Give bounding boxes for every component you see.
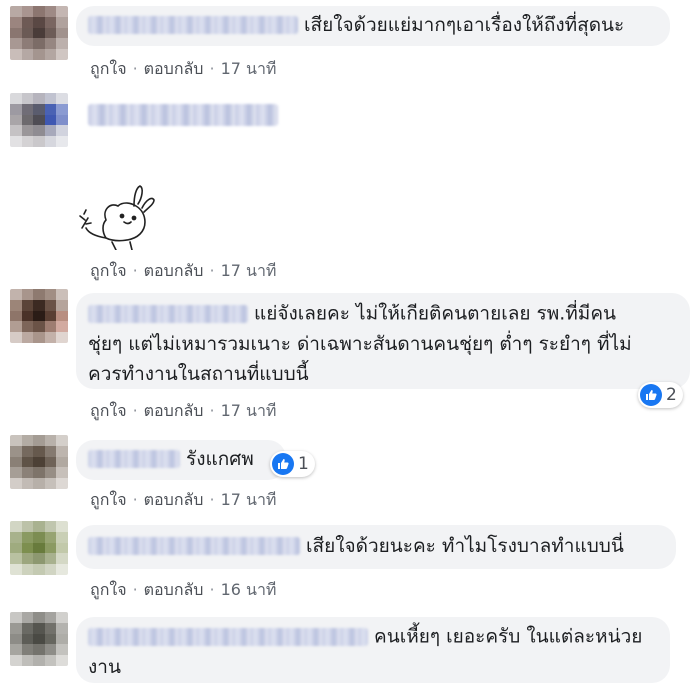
like-icon	[640, 384, 662, 406]
avatar[interactable]	[10, 612, 68, 666]
commenter-name[interactable]	[88, 450, 180, 468]
like-icon	[272, 453, 294, 475]
reply-link[interactable]: ตอบกลับ	[144, 401, 204, 420]
reply-link[interactable]: ตอบกลับ	[144, 580, 204, 599]
comment-text-line: งาน	[88, 655, 121, 678]
reply-link[interactable]: ตอบกลับ	[144, 261, 204, 280]
commenter-name[interactable]	[88, 304, 248, 323]
comment-text: เสียใจด้วยนะคะ ทำไมโรงบาลทำแบบนี่	[306, 535, 624, 557]
bunny-sticker[interactable]	[76, 180, 196, 250]
comment-time[interactable]: 16 นาที	[221, 580, 277, 599]
commenter-name[interactable]	[88, 16, 298, 34]
comment-time[interactable]: 17 นาที	[221, 490, 277, 509]
comment-actions: ถูกใจ · ตอบกลับ · 17 นาที	[90, 59, 277, 78]
avatar[interactable]	[10, 93, 68, 147]
comment-actions: ถูกใจ · ตอบกลับ · 16 นาที	[90, 580, 277, 599]
commenter-name[interactable]	[88, 537, 300, 555]
comment-text: รังแกศพ	[186, 448, 254, 470]
comment-bubble: เสียใจด้วยแย่มากๆเอาเรื่องให้ถึงที่สุดนะ	[76, 6, 670, 46]
reaction-count[interactable]: 2	[638, 382, 683, 408]
commenter-name[interactable]	[88, 627, 368, 646]
like-link[interactable]: ถูกใจ	[90, 261, 127, 280]
reaction-count[interactable]: 1	[270, 451, 315, 477]
comment-time[interactable]: 17 นาที	[221, 261, 277, 280]
comment-text-line: คนเหี้ยๆ เยอะครับ ในแต่ละหน่วย	[374, 625, 643, 648]
avatar[interactable]	[10, 521, 68, 575]
avatar[interactable]	[10, 435, 68, 489]
like-link[interactable]: ถูกใจ	[90, 401, 127, 420]
comment-bubble: รังแกศพ	[76, 440, 286, 480]
comment-bubble: คนเหี้ยๆ เยอะครับ ในแต่ละหน่วย งาน	[76, 617, 670, 683]
avatar[interactable]	[10, 6, 68, 60]
comment-bubble: เสียใจด้วยนะคะ ทำไมโรงบาลทำแบบนี่	[76, 525, 676, 569]
comment-text: เสียใจด้วยแย่มากๆเอาเรื่องให้ถึงที่สุดนะ	[304, 14, 625, 36]
comment-bubble: แย่จังเลยคะ ไม่ให้เกียติคนตายเลย รพ.ที่ม…	[76, 293, 690, 389]
commenter-name[interactable]	[88, 104, 278, 126]
comment-time[interactable]: 17 นาที	[221, 401, 277, 420]
comment-actions: ถูกใจ · ตอบกลับ · 17 นาที	[90, 490, 277, 509]
comment-actions: ถูกใจ · ตอบกลับ · 17 นาที	[90, 261, 277, 280]
comment-text-line: ชุ่ยๆ แต่ไม่เหมารวมเนาะ ด่าเฉพาะสันดานคน…	[88, 332, 632, 355]
comment-text-line: ควรทำงานในสถานที่แบบนี้	[88, 362, 309, 385]
comment-text-line: แย่จังเลยคะ ไม่ให้เกียติคนตายเลย รพ.ที่ม…	[254, 302, 617, 325]
reply-link[interactable]: ตอบกลับ	[144, 490, 204, 509]
like-link[interactable]: ถูกใจ	[90, 59, 127, 78]
avatar[interactable]	[10, 289, 68, 343]
like-link[interactable]: ถูกใจ	[90, 580, 127, 599]
like-link[interactable]: ถูกใจ	[90, 490, 127, 509]
comment-actions: ถูกใจ · ตอบกลับ · 17 นาที	[90, 401, 277, 420]
comment-time[interactable]: 17 นาที	[221, 59, 277, 78]
reply-link[interactable]: ตอบกลับ	[144, 59, 204, 78]
